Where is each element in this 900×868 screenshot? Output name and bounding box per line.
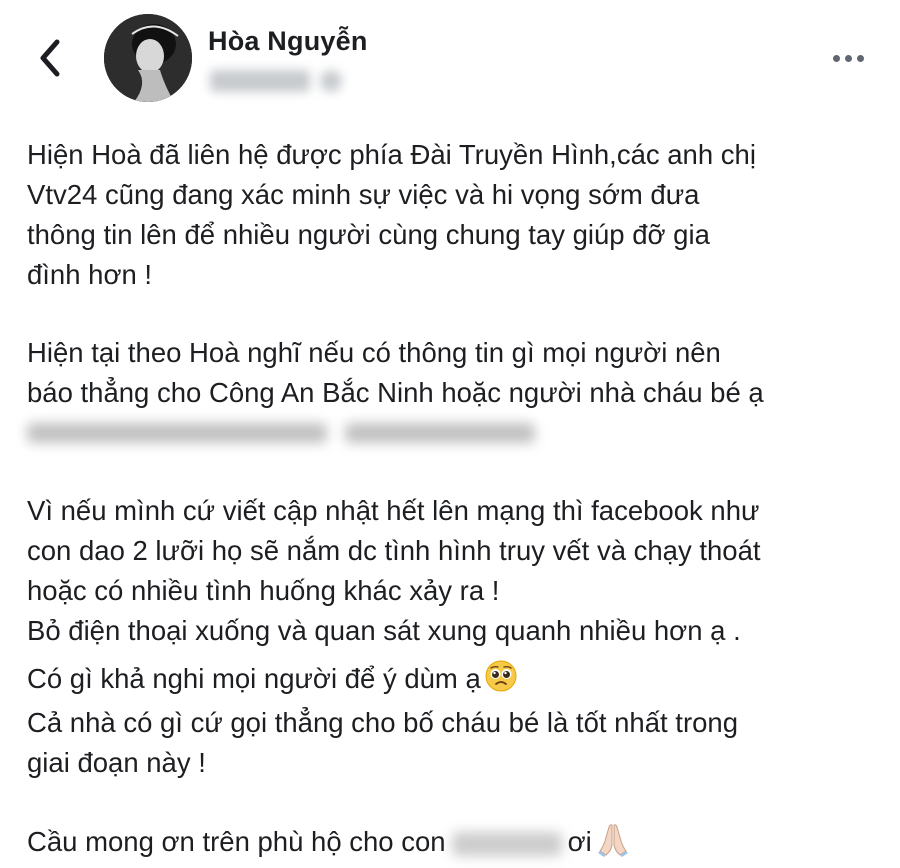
post-meta-blurred: [210, 70, 342, 92]
text-line: Có gì khả nghi mọi người để ý dùm ạ: [27, 659, 877, 703]
redacted-name: [451, 831, 562, 856]
author-name[interactable]: Hòa Nguyễn: [208, 26, 368, 57]
paragraph-1: Hiện Hoà đã liên hệ được phía Đài Truyền…: [27, 135, 877, 295]
text-line: Vì nếu mình cứ viết cập nhật hết lên mạn…: [27, 495, 760, 526]
paragraph-5: Cầu mong ơn trên phù hộ cho con ơi: [27, 821, 877, 868]
text-line: báo thẳng cho Công An Bắc Ninh hoặc ngườ…: [27, 377, 764, 408]
text-line: Cầu mong ơn trên phù hộ cho con ơi: [27, 821, 877, 868]
folded-hands-icon: [596, 821, 630, 868]
avatar-image: [104, 14, 192, 102]
text-line: hoặc có nhiều tình huống khác xảy ra !: [27, 575, 500, 606]
avatar[interactable]: [104, 14, 192, 102]
paragraph-3: Vì nếu mình cứ viết cập nhật hết lên mạn…: [27, 491, 877, 651]
redacted-contact-line: [27, 413, 877, 453]
more-options-button[interactable]: [826, 44, 870, 72]
text-line: Hiện tại theo Hoà nghĩ nếu có thông tin …: [27, 337, 721, 368]
text-line: Cả nhà có gì cứ gọi thẳng cho bố cháu bé…: [27, 707, 738, 738]
paragraph-2: Hiện tại theo Hoà nghĩ nếu có thông tin …: [27, 333, 877, 453]
paragraph-4: Có gì khả nghi mọi người để ý dùm ạ Cả n…: [27, 659, 877, 783]
post-body: Hiện Hoà đã liên hệ được phía Đài Truyền…: [27, 135, 877, 868]
text-line: Hiện Hoà đã liên hệ được phía Đài Truyền…: [27, 139, 756, 170]
back-button[interactable]: [30, 36, 70, 80]
text-line: đình hơn !: [27, 259, 153, 290]
pleading-face-icon: [485, 660, 517, 703]
text-line: thông tin lên để nhiều người cùng chung …: [27, 219, 710, 250]
chevron-left-icon: [40, 39, 60, 77]
text-line: giai đoạn này !: [27, 747, 206, 778]
text-line: Bỏ điện thoại xuống và quan sát xung qua…: [27, 615, 741, 646]
more-horizontal-icon: [832, 54, 840, 62]
post-header: Hòa Nguyễn: [0, 0, 900, 120]
text-line: con dao 2 lưỡi họ sẽ nắm dc tình hình tr…: [27, 535, 761, 566]
text-line: Vtv24 cũng đang xác minh sự việc và hi v…: [27, 179, 700, 210]
